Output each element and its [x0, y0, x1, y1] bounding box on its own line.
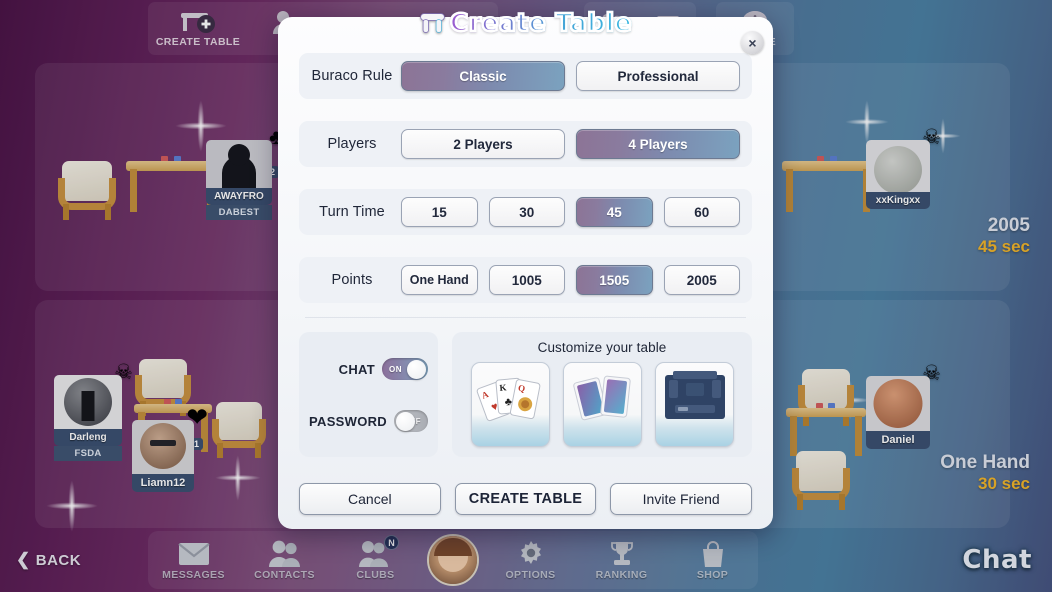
- points-option-one-hand[interactable]: One Hand: [401, 265, 478, 295]
- chat-toggle-state: ON: [389, 364, 402, 374]
- create-table-dialog: Create Table × Buraco Rule Classic Profe…: [278, 7, 773, 529]
- toggle-knob: [396, 411, 415, 431]
- password-label: PASSWORD: [309, 413, 387, 429]
- points-option-1005[interactable]: 1005: [488, 265, 565, 295]
- create-table-button[interactable]: CREATE TABLE: [454, 483, 597, 515]
- turn-time-option-30[interactable]: 30: [488, 197, 565, 227]
- invite-friend-button[interactable]: Invite Friend: [610, 483, 753, 515]
- password-toggle-row: PASSWORD OFF: [309, 410, 428, 432]
- players-option-4[interactable]: 4 Players: [576, 129, 740, 159]
- points-option-1505[interactable]: 1505: [576, 265, 653, 295]
- toggle-knob: [407, 359, 426, 379]
- row-buraco-rule: Buraco Rule Classic Professional: [299, 53, 752, 99]
- settings-section: CHAT ON PASSWORD OFF Customize your tabl…: [299, 332, 752, 457]
- close-icon[interactable]: ×: [741, 31, 764, 54]
- turn-time-option-45[interactable]: 45: [576, 197, 653, 227]
- turn-time-option-60[interactable]: 60: [663, 197, 740, 227]
- buraco-rule-option-professional[interactable]: Professional: [576, 61, 740, 91]
- chat-label: CHAT: [338, 361, 375, 377]
- card-faces-thumb[interactable]: A ♥ K ♣ Q: [470, 362, 550, 447]
- points-option-2005[interactable]: 2005: [663, 265, 740, 295]
- toggles-panel: CHAT ON PASSWORD OFF: [299, 332, 438, 457]
- turn-time-option-15[interactable]: 15: [401, 197, 478, 227]
- row-points: Points One Hand 1005 1505 2005: [299, 257, 752, 303]
- customize-title: Customize your table: [537, 340, 667, 355]
- row-turn-time: Turn Time 15 30 45 60: [299, 189, 752, 235]
- players-option-2[interactable]: 2 Players: [401, 129, 565, 159]
- turn-time-label: Turn Time: [319, 204, 385, 220]
- table-layout-thumb[interactable]: [654, 362, 734, 447]
- row-players: Players 2 Players 4 Players: [299, 121, 752, 167]
- cancel-button[interactable]: Cancel: [299, 483, 441, 515]
- dialog-footer: Cancel CREATE TABLE Invite Friend: [299, 483, 753, 515]
- svg-text:K: K: [499, 382, 507, 393]
- buraco-rule-option-classic[interactable]: Classic: [401, 61, 565, 91]
- players-label: Players: [327, 136, 377, 152]
- buraco-rule-label: Buraco Rule: [311, 68, 393, 84]
- chat-toggle-row: CHAT ON: [309, 358, 428, 380]
- section-divider: [305, 317, 746, 318]
- customize-panel: Customize your table A ♥ K ♣ Q: [452, 332, 752, 457]
- password-toggle[interactable]: OFF: [394, 410, 428, 432]
- card-backs-thumb[interactable]: [562, 362, 642, 447]
- points-label: Points: [331, 272, 373, 288]
- chat-toggle[interactable]: ON: [382, 358, 428, 380]
